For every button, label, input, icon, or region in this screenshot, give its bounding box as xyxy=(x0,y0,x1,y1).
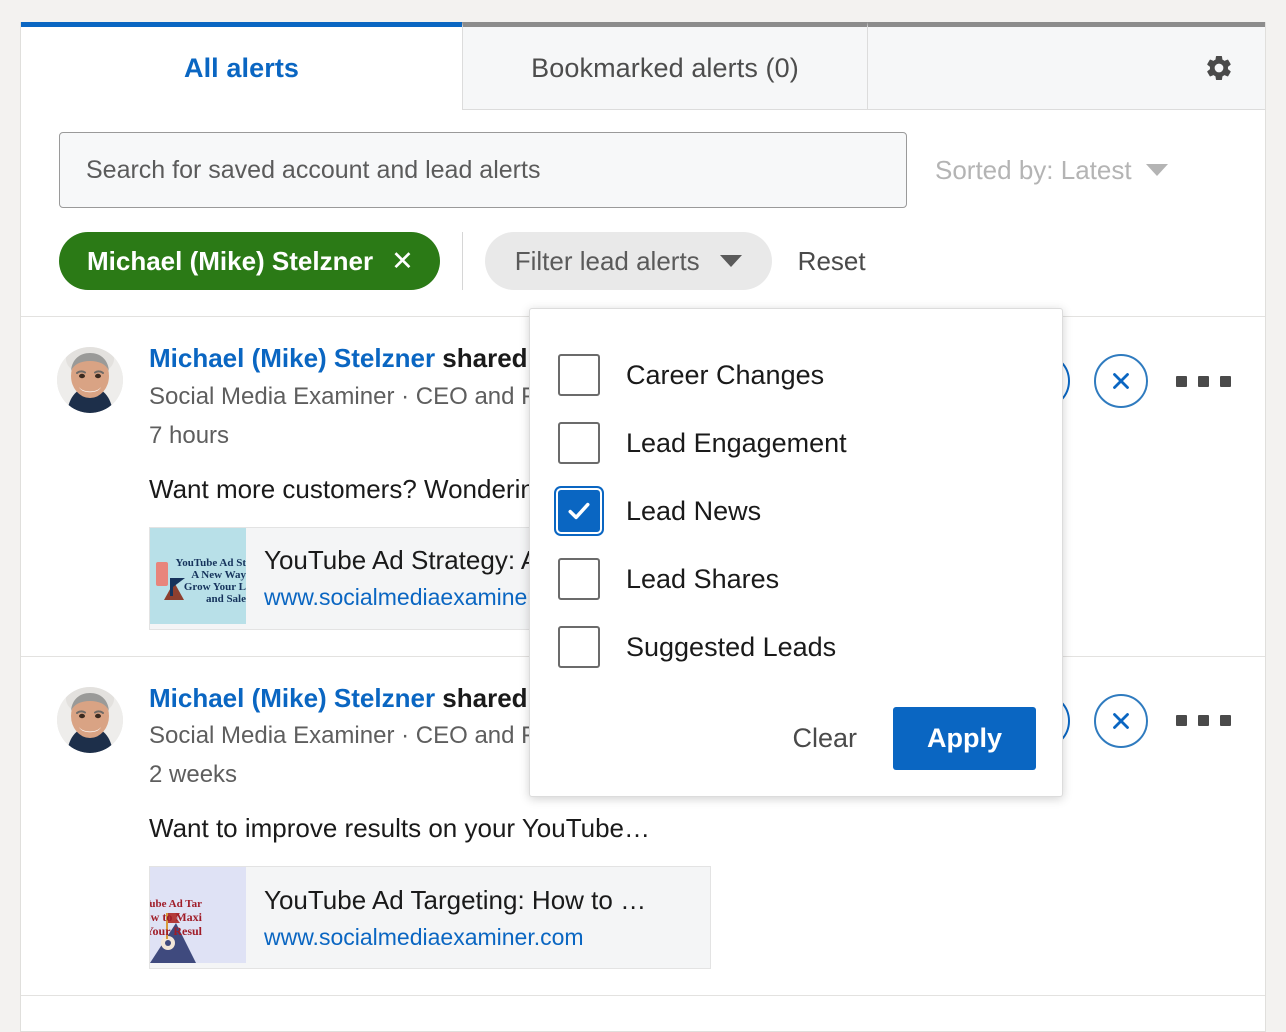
svg-text:Your Resul: Your Resul xyxy=(150,924,203,938)
close-icon[interactable]: ✕ xyxy=(391,248,414,275)
dismiss-button[interactable] xyxy=(1094,354,1148,408)
avatar-photo xyxy=(57,347,123,413)
filter-divider xyxy=(462,232,463,290)
filter-option-lead-shares[interactable]: Lead Shares xyxy=(530,545,1062,613)
filter-option-lead-engagement[interactable]: Lead Engagement xyxy=(530,409,1062,477)
search-row: Sorted by: Latest xyxy=(21,110,1265,208)
filter-option-label: Suggested Leads xyxy=(626,632,836,663)
checkbox-unchecked-icon[interactable] xyxy=(558,354,600,396)
link-url: www.socialmediaexaminer.com xyxy=(264,924,646,951)
filter-lead-alerts-button[interactable]: Filter lead alerts xyxy=(485,232,772,290)
svg-text:YouTube Ad St: YouTube Ad St xyxy=(175,557,246,569)
filter-option-label: Career Changes xyxy=(626,360,824,391)
filter-lead-alerts-dropdown: Career Changes Lead Engagement Lead News… xyxy=(529,308,1063,797)
tab-bookmarked-alerts[interactable]: Bookmarked alerts (0) xyxy=(462,22,868,110)
search-input[interactable] xyxy=(86,156,880,185)
tab-bar: All alerts Bookmarked alerts (0) xyxy=(21,22,1265,110)
chevron-down-icon xyxy=(1146,164,1168,176)
avatar xyxy=(57,687,123,753)
more-horizontal-icon xyxy=(1220,715,1231,726)
checkbox-unchecked-icon[interactable] xyxy=(558,422,600,464)
tab-bar-filler xyxy=(868,22,1265,110)
filter-chip-label: Michael (Mike) Stelzner xyxy=(87,246,373,277)
more-horizontal-icon xyxy=(1198,376,1209,387)
alert-person-link[interactable]: Michael (Mike) Stelzner xyxy=(149,343,435,373)
link-thumbnail: YouTube Ad Tar How to Maxi Your Resul xyxy=(150,867,246,968)
filter-option-lead-news[interactable]: Lead News xyxy=(530,477,1062,545)
link-thumbnail-image: YouTube Ad St A New Way Grow Your L and … xyxy=(150,528,246,624)
checkbox-unchecked-icon[interactable] xyxy=(558,558,600,600)
alert-action-text: shared xyxy=(435,343,528,373)
filter-chip-person[interactable]: Michael (Mike) Stelzner ✕ xyxy=(59,232,440,290)
more-options-button[interactable] xyxy=(1172,715,1235,726)
close-circle-icon xyxy=(1108,368,1134,394)
settings-button[interactable] xyxy=(1199,48,1239,88)
gear-icon xyxy=(1204,53,1234,83)
tab-all-alerts-label: All alerts xyxy=(184,53,299,84)
checkbox-checked-icon[interactable] xyxy=(558,490,600,532)
dropdown-actions: Clear Apply xyxy=(530,681,1062,774)
alert-post-text: Want to improve results on your YouTube… xyxy=(149,813,944,844)
link-title: YouTube Ad Targeting: How to … xyxy=(264,885,646,916)
clear-button[interactable]: Clear xyxy=(786,715,863,762)
link-preview-card[interactable]: YouTube Ad Tar How to Maxi Your Resul Yo… xyxy=(149,866,711,969)
more-horizontal-icon xyxy=(1220,376,1231,387)
sort-dropdown[interactable]: Sorted by: Latest xyxy=(935,155,1168,186)
svg-text:Grow Your L: Grow Your L xyxy=(184,581,246,593)
chevron-down-icon xyxy=(720,255,742,267)
dismiss-button[interactable] xyxy=(1094,694,1148,748)
avatar-photo xyxy=(57,687,123,753)
filter-option-label: Lead Engagement xyxy=(626,428,847,459)
more-horizontal-icon xyxy=(1198,715,1209,726)
filter-option-suggested-leads[interactable]: Suggested Leads xyxy=(530,613,1062,681)
tab-bookmarked-alerts-label: Bookmarked alerts (0) xyxy=(531,53,799,84)
svg-text:How to Maxi: How to Maxi xyxy=(150,910,203,924)
avatar xyxy=(57,347,123,413)
apply-button[interactable]: Apply xyxy=(893,707,1036,770)
alert-person-link[interactable]: Michael (Mike) Stelzner xyxy=(149,683,435,713)
link-thumbnail-image: YouTube Ad Tar How to Maxi Your Resul xyxy=(150,867,246,963)
search-box[interactable] xyxy=(59,132,907,208)
link-thumbnail: YouTube Ad St A New Way Grow Your L and … xyxy=(150,528,246,629)
svg-text:YouTube Ad Tar: YouTube Ad Tar xyxy=(150,898,202,910)
alerts-panel: All alerts Bookmarked alerts (0) Sorted … xyxy=(20,22,1266,1032)
checkbox-unchecked-icon[interactable] xyxy=(558,626,600,668)
more-horizontal-icon xyxy=(1176,376,1187,387)
filter-row: Michael (Mike) Stelzner ✕ Filter lead al… xyxy=(21,208,1265,316)
filter-option-label: Lead Shares xyxy=(626,564,779,595)
close-circle-icon xyxy=(1108,708,1134,734)
reset-button[interactable]: Reset xyxy=(798,246,866,277)
alert-card xyxy=(21,995,1265,1032)
check-icon xyxy=(565,497,593,525)
sort-label: Sorted by: Latest xyxy=(935,155,1132,186)
tab-all-alerts[interactable]: All alerts xyxy=(21,22,462,110)
filter-option-career-changes[interactable]: Career Changes xyxy=(530,341,1062,409)
svg-text:A New Way: A New Way xyxy=(191,569,246,581)
link-preview-meta: YouTube Ad Targeting: How to … www.socia… xyxy=(246,867,664,968)
alert-action-text: shared xyxy=(435,683,528,713)
filter-option-label: Lead News xyxy=(626,496,761,527)
more-options-button[interactable] xyxy=(1172,376,1235,387)
more-horizontal-icon xyxy=(1176,715,1187,726)
filter-lead-alerts-label: Filter lead alerts xyxy=(515,246,700,277)
svg-text:and Sale: and Sale xyxy=(206,593,246,605)
